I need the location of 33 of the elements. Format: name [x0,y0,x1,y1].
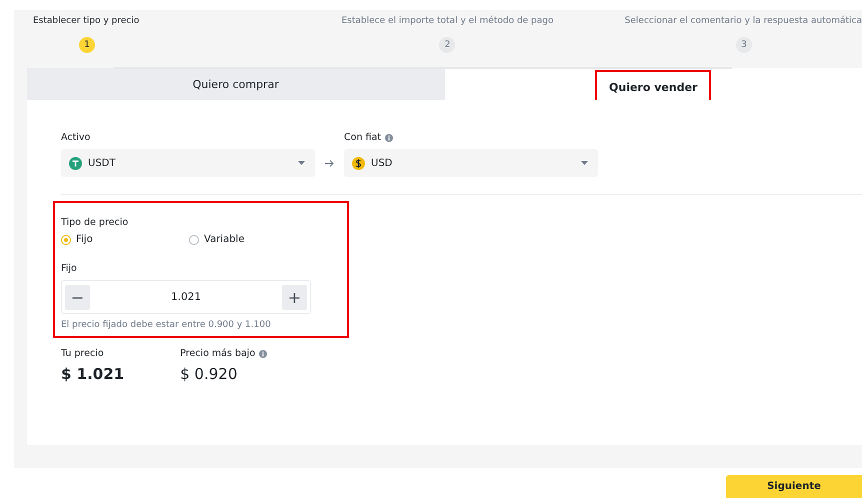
next-button[interactable]: Siguiente [726,475,862,498]
tab[interactable]: Quiero vender [444,68,862,100]
step-label: Seleccionar el comentario y la respuesta automática [624,16,862,26]
radio-option[interactable]: Variable [189,234,341,245]
step-number: 1 [79,37,95,53]
price-label: Precio más bajo [180,348,268,359]
step-number: 3 [736,37,752,53]
price-input[interactable]: 1.021 [90,290,282,304]
radio-option[interactable]: Fijo [61,234,189,245]
hint-text: El precio fijado debe estar entre 0.900 y 1.100 [61,320,272,330]
asset-select[interactable]: USDT [61,149,315,177]
price-label: Tu precio [61,348,105,359]
arrow-icon [325,160,334,167]
field-label: Fijo [61,263,78,274]
step-label: Establecer tipo y precio [33,16,140,26]
tab[interactable]: Quiero comprar [27,68,444,100]
caret-icon [298,161,305,165]
section-label: Tipo de precio [61,217,130,228]
decrease-button[interactable]: − [65,284,90,310]
tether-icon [72,160,79,166]
field-label: Con fiat [344,132,598,143]
increase-button[interactable]: + [282,284,307,310]
caret-icon [581,161,588,165]
price-value: $ 1.021 [61,365,124,383]
step-number: 2 [439,37,456,53]
info-icon [259,350,268,358]
price-stepper[interactable]: − 1.021 + [61,280,311,314]
info-icon [385,134,394,142]
dollar-icon [355,158,362,168]
fiat-select[interactable]: USD [344,149,598,177]
price-value: $ 0.920 [180,365,238,383]
step-label: Establece el importe total y el método de pago [341,16,554,26]
field-label: Activo [61,132,92,143]
